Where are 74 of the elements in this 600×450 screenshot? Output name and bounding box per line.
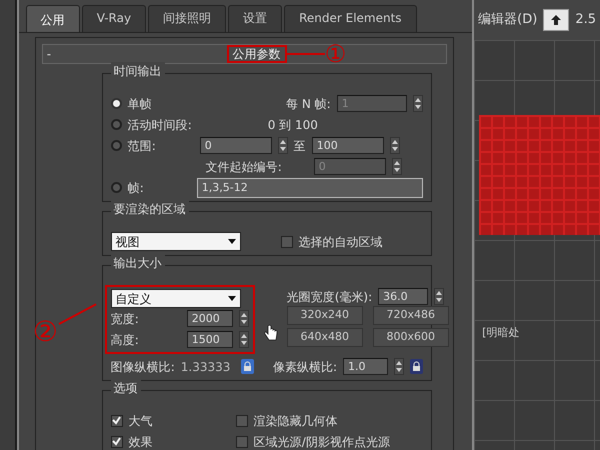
preset-button[interactable]: 720x486 [372, 306, 449, 325]
input-field[interactable]: 0 [200, 137, 272, 154]
dropdown[interactable]: 视图 [110, 232, 241, 251]
preset-button[interactable]: 800x600 [372, 328, 449, 347]
field-label: 每 N 帧: [286, 96, 331, 112]
checkbox-label: 效果 [128, 434, 153, 450]
radio-label: 帧: [128, 180, 145, 196]
input-field[interactable]: 1.0 [343, 358, 388, 375]
preset-button[interactable]: 320x240 [286, 306, 363, 325]
input-field[interactable]: 1,3,5-12 [196, 178, 423, 198]
field-label: 宽度: [110, 310, 140, 328]
range-text: 0 到 100 [268, 116, 318, 134]
menu-item[interactable]: 编辑器(D) [478, 10, 538, 30]
radio-button[interactable] [110, 140, 122, 151]
group-title: 选项 [110, 379, 141, 397]
aspect-value: 1.33333 [180, 358, 232, 376]
annotation-number: ② [32, 318, 58, 346]
spinner-icon[interactable] [238, 310, 249, 327]
caret-icon [228, 239, 236, 244]
field-label: 高度: [110, 332, 140, 348]
spinner-icon[interactable] [412, 95, 423, 112]
checkbox-label: 渲染隐藏几何体 [254, 412, 338, 430]
viewport-label: [明暗处 [482, 325, 520, 341]
spinner-icon[interactable] [390, 137, 400, 154]
field-label: 至 [294, 138, 306, 154]
tab[interactable]: 间接照明 [148, 5, 226, 32]
preset-button[interactable]: 640x480 [286, 328, 363, 347]
lock-icon[interactable] [410, 359, 423, 374]
radio-button[interactable] [110, 182, 122, 193]
annotation-number: ① [324, 44, 346, 64]
lock-icon[interactable] [240, 359, 254, 374]
radio-button[interactable] [110, 98, 122, 109]
group-title: 要渲染的区域 [110, 200, 189, 218]
checkbox-label: 区域光源/阴影视作点光源 [254, 434, 390, 450]
field-label: 光圈宽度(毫米): [286, 288, 372, 306]
hand-cursor-icon [262, 324, 279, 342]
checkbox-label: 选择的自动区域 [298, 234, 383, 250]
arrow-up-icon [550, 14, 562, 26]
group-title: 时间输出 [110, 62, 165, 80]
rollout-title: 公用参数 [226, 45, 287, 63]
tab[interactable]: V-Ray [82, 5, 146, 32]
leader-line [286, 53, 325, 55]
checkbox-label: 大气 [128, 412, 153, 430]
input-field[interactable]: 2000 [186, 310, 233, 327]
tab[interactable]: 公用 [26, 5, 80, 32]
caret-icon [228, 296, 236, 301]
spinner-icon[interactable] [394, 358, 404, 375]
spinner-icon[interactable] [238, 331, 249, 348]
value-text: 2.5 [575, 11, 596, 30]
spinner-icon[interactable] [392, 158, 402, 175]
tab[interactable]: Render Elements [284, 5, 417, 32]
checkbox[interactable] [110, 414, 123, 426]
upload-button[interactable] [543, 9, 570, 31]
rollout-header[interactable]: - 公用参数 ① [42, 44, 448, 64]
spinner-icon[interactable] [434, 288, 444, 305]
field-label: 图像纵横比: [110, 358, 175, 376]
radio-label: 活动时间段: [128, 116, 193, 134]
spinner-icon[interactable] [278, 137, 288, 154]
radio-label: 单帧 [128, 96, 153, 112]
input-field[interactable]: 1500 [186, 331, 233, 348]
collapse-sign: - [46, 46, 52, 63]
group-title: 输出大小 [110, 254, 165, 272]
checkbox[interactable] [280, 236, 293, 248]
radio-button[interactable] [110, 119, 122, 130]
input-field[interactable]: 36.0 [378, 288, 428, 305]
radio-label: 范围: [128, 138, 157, 154]
field-label: 像素纵横比: [272, 358, 338, 376]
dropdown[interactable]: 自定义 [110, 289, 241, 308]
input-field[interactable]: 100 [312, 137, 384, 154]
checkbox[interactable] [236, 436, 248, 448]
checkbox[interactable] [110, 436, 123, 448]
tab[interactable]: 设置 [228, 5, 282, 32]
checkbox[interactable] [236, 414, 248, 426]
field-label: 文件起始编号: [206, 158, 283, 176]
